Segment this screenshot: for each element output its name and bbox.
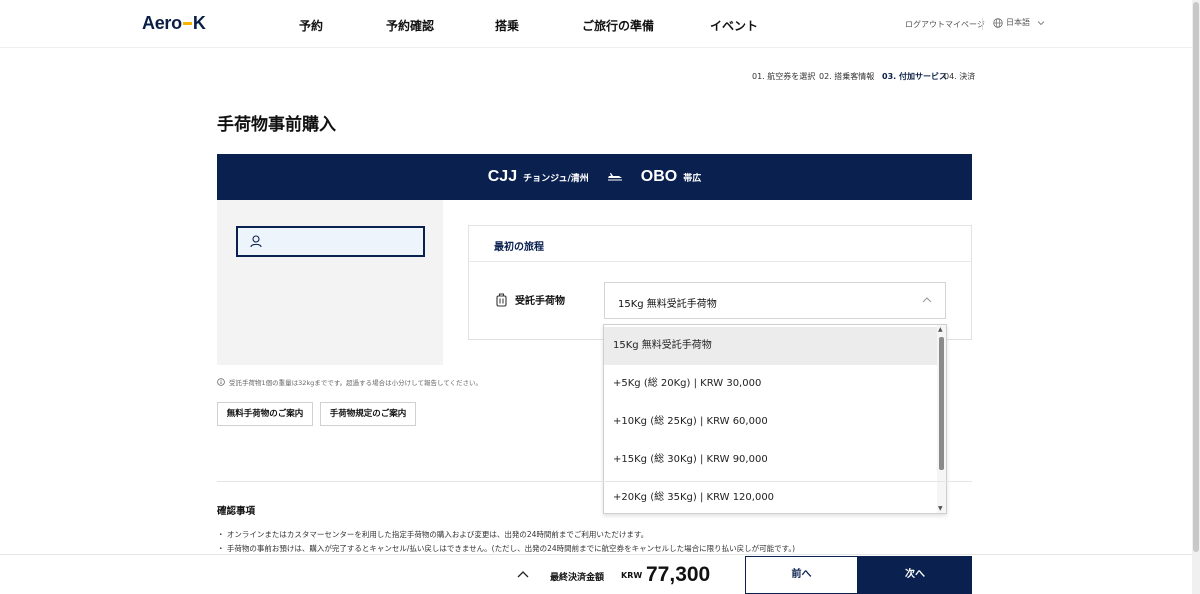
- user-icon: [250, 235, 262, 248]
- globe-icon: [993, 17, 1003, 28]
- step-1: 01. 航空券を選択: [752, 72, 816, 81]
- checked-baggage-label: 受託手荷物: [496, 292, 565, 307]
- top-header: Aero K 予約 予約確認 搭乗 ご旅行の準備 イベント ログアウト マイページ…: [0, 0, 1200, 48]
- route-bar: CJJ チョンジュ/清州 OBO 帯広: [217, 154, 972, 200]
- section-divider: [217, 481, 972, 482]
- step-2: 02. 搭乗客情報: [819, 72, 875, 81]
- total-label: 最終決済金額: [550, 573, 605, 583]
- baggage-selected-value: 15Kg 無料受託手荷物: [618, 299, 717, 310]
- mypage-link[interactable]: マイページ: [945, 19, 985, 30]
- page-scroll-thumb[interactable]: [1193, 2, 1199, 552]
- airplane-icon: [607, 173, 622, 181]
- aero-k-logo[interactable]: Aero K: [142, 13, 206, 34]
- currency-label: KRW: [621, 571, 643, 580]
- luggage-icon: [496, 292, 507, 307]
- chevron-up-icon[interactable]: [516, 568, 530, 580]
- nav-reservation-check[interactable]: 予約確認: [386, 17, 434, 34]
- itinerary-title: 最初の旅程: [494, 242, 544, 253]
- free-baggage-info-button[interactable]: 無料手荷物のご案内: [217, 402, 313, 426]
- passenger-panel: [217, 200, 443, 365]
- page-scrollbar[interactable]: [1192, 0, 1200, 594]
- nav-travel-prep[interactable]: ご旅行の準備: [582, 17, 654, 34]
- language-selector[interactable]: 日本語: [993, 17, 1045, 28]
- nav-event[interactable]: イベント: [710, 17, 758, 34]
- baggage-label-text: 受託手荷物: [515, 296, 565, 307]
- dropdown-scroll-thumb[interactable]: [939, 337, 944, 470]
- logout-link[interactable]: ログアウト: [905, 19, 945, 30]
- payment-footer: 最終決済金額 KRW 77,300 前へ 次へ: [0, 554, 1200, 594]
- baggage-option[interactable]: +5Kg (総 20Kg) | KRW 30,000: [604, 365, 939, 403]
- origin-city: チョンジュ/清州: [523, 173, 589, 184]
- destination-city: 帯広: [683, 173, 702, 184]
- baggage-options-list: 15Kg 無料受託手荷物 +5Kg (総 20Kg) | KRW 30,000 …: [603, 324, 947, 514]
- scroll-down-arrow-icon[interactable]: ▼: [938, 505, 943, 512]
- page-title: 手荷物事前購入: [217, 115, 336, 135]
- confirm-item: ・ 手荷物の事前お預けは、購入が完了するとキャンセル/払い戻しはできません。(た…: [217, 544, 796, 553]
- baggage-rules-button[interactable]: 手荷物規定のご案内: [320, 402, 416, 426]
- destination-code: OBO: [640, 168, 678, 185]
- confirm-item: ・ オンラインまたはカスタマーセンターを利用した指定手荷物の購入および変更は、出…: [217, 530, 649, 539]
- passenger-tab[interactable]: [236, 226, 425, 257]
- step-3: 03. 付加サービス: [882, 72, 947, 81]
- step-4: 04. 決済: [944, 72, 976, 81]
- confirm-title: 確認事項: [217, 506, 256, 517]
- chevron-up-icon: [922, 297, 932, 303]
- baggage-select[interactable]: 15Kg 無料受託手荷物: [604, 282, 946, 319]
- dropdown-scrollbar[interactable]: ▲ ▼: [937, 325, 946, 513]
- next-button[interactable]: 次へ: [858, 556, 972, 594]
- chevron-down-icon: [1037, 20, 1045, 25]
- baggage-option[interactable]: +20Kg (総 35Kg) | KRW 120,000: [604, 479, 939, 513]
- origin-code: CJJ: [487, 168, 518, 185]
- divider: [982, 18, 983, 30]
- baggage-weight-note: 受託手荷物1個の重量は32kgまでです。超過する場合は小分けして報告してください…: [217, 377, 482, 387]
- baggage-option[interactable]: 15Kg 無料受託手荷物: [604, 327, 939, 365]
- nav-boarding[interactable]: 搭乗: [495, 17, 519, 34]
- info-icon: [217, 378, 225, 386]
- nav-reservation[interactable]: 予約: [299, 17, 323, 34]
- itinerary-header: 最初の旅程: [469, 226, 971, 262]
- scroll-up-arrow-icon[interactable]: ▲: [938, 326, 943, 333]
- language-label: 日本語: [1006, 18, 1030, 27]
- prev-button[interactable]: 前へ: [745, 556, 858, 594]
- baggage-option[interactable]: +15Kg (総 30Kg) | KRW 90,000: [604, 441, 939, 479]
- note-text: 受託手荷物1個の重量は32kgまでです。超過する場合は小分けして報告してください…: [229, 379, 483, 387]
- baggage-option[interactable]: +10Kg (総 25Kg) | KRW 60,000: [604, 403, 939, 441]
- total-amount: 77,300: [646, 563, 711, 586]
